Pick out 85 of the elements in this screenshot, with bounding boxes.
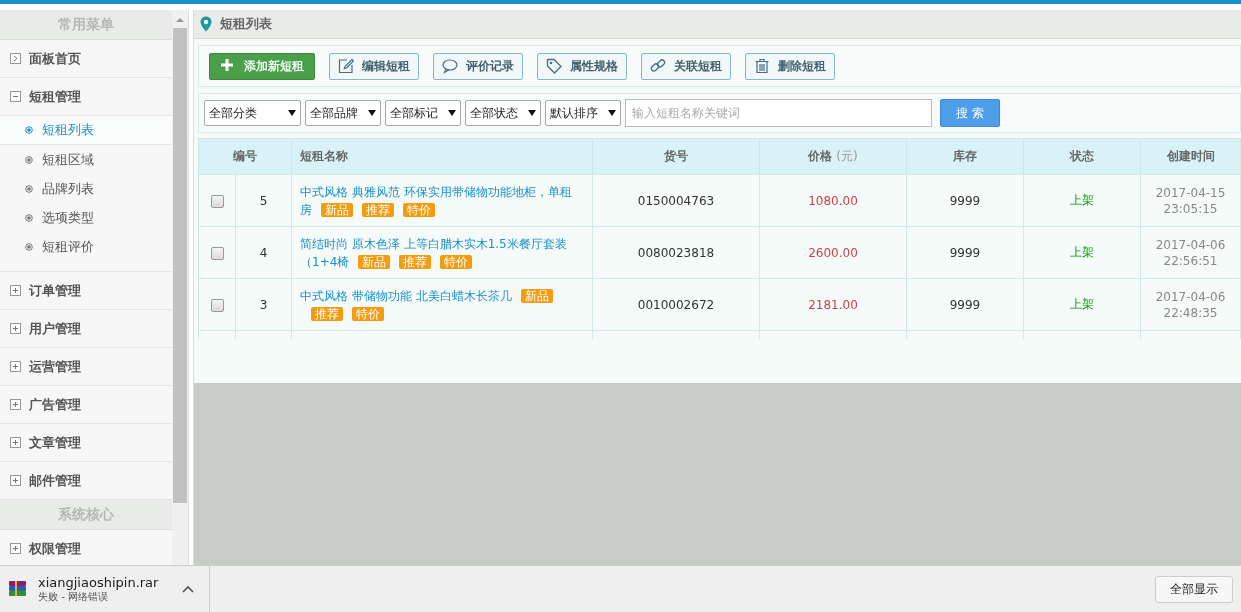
toolbar-button[interactable]: 关联短租 bbox=[641, 52, 731, 80]
dropdown-caret-icon bbox=[528, 110, 536, 116]
table-cell: 0150004763 bbox=[637, 193, 715, 208]
row-checkbox[interactable] bbox=[210, 298, 224, 312]
status-text: 上架 bbox=[1070, 297, 1094, 311]
scroll-up-icon[interactable] bbox=[176, 18, 184, 22]
submenu-item[interactable]: 短租区域 bbox=[0, 145, 172, 174]
submenu-item[interactable]: 选项类型 bbox=[0, 203, 172, 232]
bullet-icon bbox=[25, 242, 33, 251]
dropdown[interactable]: 默认排序 bbox=[545, 100, 621, 126]
table-cell: 9999 bbox=[949, 193, 981, 208]
table-cell: 4 bbox=[259, 245, 268, 260]
table-cell: 9999 bbox=[949, 297, 981, 312]
bullet-icon bbox=[25, 213, 33, 222]
dropdown[interactable]: 全部品牌 bbox=[305, 100, 381, 126]
page-title: 短租列表 bbox=[220, 15, 272, 33]
speech-bubble-icon bbox=[442, 58, 458, 74]
dropdown-caret-icon bbox=[608, 110, 616, 116]
dropdown-caret-icon bbox=[288, 110, 296, 116]
product-tag: 推荐 bbox=[362, 202, 394, 217]
download-status: 失败 - 网络错误 bbox=[38, 590, 109, 604]
submenu-item[interactable]: 品牌列表 bbox=[0, 174, 172, 203]
product-tag: 特价 bbox=[352, 306, 384, 321]
column-header: 编号 bbox=[198, 138, 292, 175]
show-all-button[interactable]: 全部显示 bbox=[1155, 575, 1233, 603]
toolbar-button[interactable]: 评价记录 bbox=[433, 52, 523, 80]
scrollbar[interactable] bbox=[172, 10, 189, 565]
row-checkbox[interactable] bbox=[210, 194, 224, 208]
dropdown-caret-icon bbox=[368, 110, 376, 116]
product-tag: 推荐 bbox=[399, 254, 432, 269]
product-link[interactable]: （1+4椅 bbox=[300, 254, 350, 269]
submenu-item[interactable]: 短租列表 bbox=[0, 116, 172, 145]
status-text: 上架 bbox=[1070, 245, 1094, 259]
product-link[interactable]: 中式风格 带储物功能 北美白蜡木长茶几 bbox=[300, 288, 512, 303]
toolbar-button[interactable]: 编辑短租 bbox=[329, 52, 419, 80]
column-header: 状态 bbox=[1023, 138, 1141, 175]
arrow-box-icon bbox=[10, 53, 21, 64]
table-cell: 2017-04-06 22:56:51 bbox=[1155, 237, 1226, 268]
edit-icon bbox=[338, 58, 354, 74]
table-cell: 5 bbox=[259, 193, 268, 208]
product-tag: 特价 bbox=[440, 254, 473, 269]
product-tag: 新品 bbox=[358, 254, 391, 269]
table-cell: 0010002672 bbox=[637, 297, 715, 312]
column-header: 价格 (元) bbox=[759, 138, 907, 175]
download-item[interactable]: xiangjiaoshipin.rar 失败 - 网络错误 bbox=[0, 566, 210, 612]
row-checkbox[interactable] bbox=[210, 246, 224, 260]
product-link[interactable]: 简结时尚 原木色泽 上等白腊木实木1.5米餐厅套装 bbox=[300, 236, 567, 251]
table-cell: 1080.00 bbox=[808, 193, 858, 208]
tag-icon bbox=[546, 58, 562, 74]
product-tag: 新品 bbox=[520, 288, 553, 303]
toolbar-button[interactable]: 属性规格 bbox=[537, 52, 627, 80]
table-cell: 3 bbox=[259, 297, 268, 312]
column-header: 货号 bbox=[592, 138, 760, 175]
product-tag: 推荐 bbox=[311, 306, 343, 321]
archive-icon bbox=[8, 580, 28, 598]
file-name: xiangjiaoshipin.rar bbox=[38, 574, 159, 590]
bullet-icon bbox=[25, 184, 33, 193]
plus-icon bbox=[220, 58, 236, 74]
submenu-item[interactable]: 短租评价 bbox=[0, 232, 172, 261]
column-header: 库存 bbox=[906, 138, 1024, 175]
toolbar-button[interactable]: 删除短租 bbox=[745, 52, 835, 80]
product-link[interactable]: 中式风格 典雅风范 环保实用带储物功能地柜，单租 bbox=[300, 184, 572, 199]
bullet-icon bbox=[25, 155, 33, 164]
table-cell: 2017-04-06 22:48:35 bbox=[1155, 289, 1226, 320]
column-header: 短租名称 bbox=[291, 138, 593, 175]
product-tag: 新品 bbox=[321, 202, 353, 217]
table-cell: 2600.00 bbox=[808, 245, 858, 260]
dropdown-caret-icon bbox=[448, 110, 456, 116]
product-link[interactable]: 房 bbox=[300, 202, 312, 217]
table-cell: 9999 bbox=[949, 245, 981, 260]
chevron-up-icon bbox=[182, 585, 195, 593]
dropdown[interactable]: 全部标记 bbox=[385, 100, 461, 126]
search-field[interactable]: 输入短租名称关键词 bbox=[625, 99, 932, 127]
table-cell: 0080023818 bbox=[637, 245, 715, 260]
dropdown[interactable]: 全部分类 bbox=[204, 100, 301, 126]
product-tag: 特价 bbox=[403, 202, 435, 217]
location-pin-icon bbox=[200, 16, 212, 32]
bullet-icon bbox=[25, 126, 33, 134]
status-text: 上架 bbox=[1070, 193, 1094, 207]
table-cell: 2017-04-15 23:05:15 bbox=[1155, 185, 1226, 216]
dropdown[interactable]: 全部状态 bbox=[465, 100, 541, 126]
trash-icon bbox=[754, 58, 770, 74]
column-header: 创建时间 bbox=[1140, 138, 1241, 175]
link-icon bbox=[650, 58, 666, 74]
table-cell: 2181.00 bbox=[808, 297, 858, 312]
